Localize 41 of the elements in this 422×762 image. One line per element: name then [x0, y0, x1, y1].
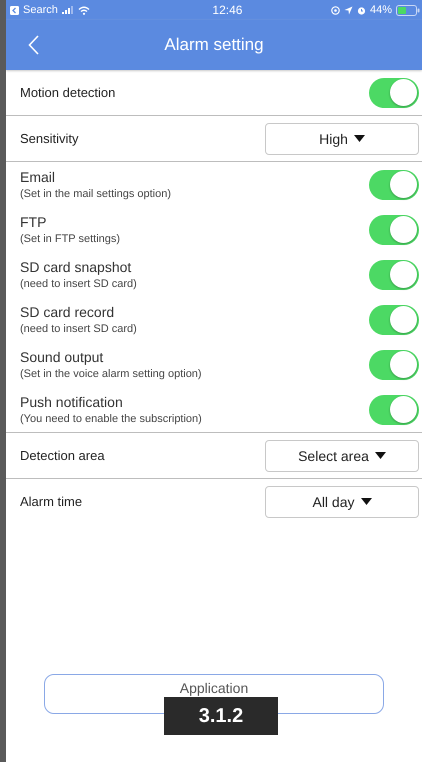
toggle-switch[interactable]	[369, 350, 419, 380]
caret-down-icon	[354, 135, 365, 142]
setting-hint: (Set in the voice alarm setting option)	[20, 368, 202, 380]
setting-hint: (Set in the mail settings option)	[20, 188, 172, 200]
back-chevron-icon	[28, 35, 39, 55]
setting-label: Email	[20, 169, 56, 185]
battery-icon	[396, 4, 420, 16]
setting-label: SD card snapshot	[20, 259, 132, 275]
dropdown-select[interactable]: Select area	[265, 440, 419, 472]
back-arrow-icon	[10, 6, 19, 14]
setting-hint: (need to insert SD card)	[20, 323, 137, 335]
clock-time: 12:46	[212, 3, 242, 17]
setting-label: SD card record	[20, 304, 116, 320]
toggle-switch[interactable]	[369, 170, 419, 200]
dropdown-select[interactable]: All day	[265, 486, 419, 518]
wifi-icon	[78, 6, 90, 14]
alarm-clock-icon	[356, 6, 366, 14]
location-icon	[344, 6, 353, 14]
toggle-switch[interactable]	[369, 214, 419, 244]
signal-icon	[62, 6, 74, 14]
setting-hint: (You need to enable the subscription)	[20, 413, 202, 425]
setting-label: FTP	[20, 214, 48, 230]
battery-percent: 44%	[370, 4, 392, 16]
toggle-switch[interactable]	[369, 78, 419, 108]
toggle-switch[interactable]	[369, 394, 419, 424]
setting-label: Alarm time	[20, 494, 82, 509]
screen-title: Alarm setting	[163, 35, 265, 55]
caret-down-icon	[374, 452, 386, 459]
back-button[interactable]	[28, 35, 39, 55]
dropdown-select[interactable]: High	[265, 122, 419, 154]
setting-label: Push notification	[20, 394, 124, 410]
toggle-switch[interactable]	[369, 260, 419, 290]
setting-hint: (Set in FTP settings)	[20, 233, 120, 245]
setting-hint: (need to insert SD card)	[20, 278, 137, 290]
setting-label: Sound output	[20, 349, 104, 365]
caret-down-icon	[360, 498, 372, 505]
figure-number-label: 3.1.2	[164, 697, 278, 735]
toggle-switch[interactable]	[369, 304, 419, 334]
setting-label: Motion detection	[20, 85, 116, 100]
setting-label: Detection area	[20, 448, 105, 463]
setting-label: Sensitivity	[20, 131, 79, 146]
